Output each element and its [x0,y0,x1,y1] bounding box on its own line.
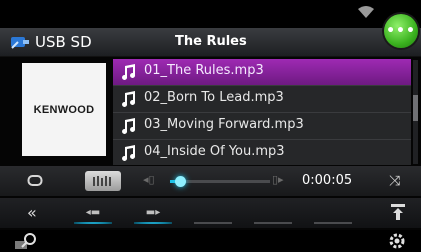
search-icon[interactable] [14,232,38,250]
function-key-blank[interactable] [190,203,236,224]
speech-bubble-icon[interactable]: ••• [384,14,418,48]
track-row[interactable]: 03_Moving Forward.mp3 [113,113,411,140]
wifi-icon [358,6,374,18]
collapse-icon[interactable]: « [27,203,37,222]
eject-icon[interactable] [390,203,406,221]
music-note-icon [122,118,136,134]
track-name: 02_Born To Lead.mp3 [144,90,284,105]
head-unit-screen: USB SD The Rules ••• KENWOOD 01_The Rule… [0,0,421,252]
track-title: The Rules [175,34,247,49]
status-bar [0,0,421,28]
playback-bar: ◂▯ ▯▸ 0:00:05 ⤨ [0,166,421,196]
function-bar: « ◂▬ ▬▸ [0,198,421,228]
settings-gear-icon[interactable] [388,232,406,250]
brand-logo: KENWOOD [33,103,95,116]
album-artwork: KENWOOD [22,63,106,156]
progress-knob[interactable] [175,176,186,187]
progress-bar[interactable] [170,176,270,187]
function-key-blank[interactable] [310,203,356,224]
list-scrollbar[interactable] [413,60,418,164]
music-note-icon [122,91,136,107]
track-name: 04_Inside Of You.mp3 [144,144,285,159]
folder-next-icon[interactable]: ▬▸ [130,203,176,224]
bottom-bar [0,230,421,252]
music-note-icon [122,145,136,161]
track-list[interactable]: 01_The Rules.mp3 02_Born To Lead.mp3 03_… [113,59,411,165]
shuffle-icon[interactable]: ⤨ [389,173,400,189]
track-name: 03_Moving Forward.mp3 [144,117,304,132]
source-label[interactable]: USB SD [35,33,92,51]
track-row[interactable]: 04_Inside Of You.mp3 [113,140,411,165]
usb-source-icon[interactable] [10,34,30,50]
track-row[interactable]: 02_Born To Lead.mp3 [113,86,411,113]
folder-previous-icon[interactable]: ◂▬ [70,203,116,224]
header-bar: USB SD The Rules [0,28,421,57]
scroll-thumb[interactable] [413,95,418,121]
track-row[interactable]: 01_The Rules.mp3 [113,59,411,86]
list-bars-icon [93,176,111,186]
track-name: 01_The Rules.mp3 [144,63,264,78]
next-icon[interactable]: ▯▸ [272,173,284,186]
elapsed-time: 0:00:05 [302,173,353,188]
repeat-icon[interactable] [27,174,43,187]
browse-list-icon[interactable] [85,171,121,191]
function-key-blank[interactable] [250,203,296,224]
previous-icon[interactable]: ◂▯ [143,173,155,186]
music-note-icon [122,64,136,80]
